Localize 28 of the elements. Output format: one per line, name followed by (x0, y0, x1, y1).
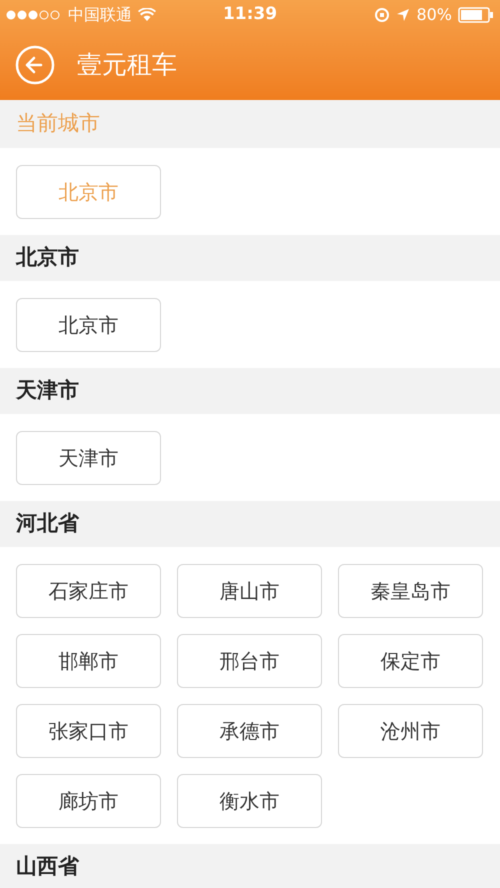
city-button[interactable]: 唐山市 (177, 564, 322, 618)
city-button[interactable]: 天津市 (16, 431, 161, 485)
battery-percent: 80% (416, 4, 452, 26)
page-title: 壹元租车 (77, 49, 177, 82)
location-arrow-icon (396, 8, 410, 22)
section-header: 山西省 (16, 853, 79, 880)
city-button[interactable]: 承德市 (177, 704, 322, 758)
city-button[interactable]: 张家口市 (16, 704, 161, 758)
section-header: 天津市 (16, 377, 79, 404)
rotation-lock-icon (374, 7, 390, 23)
section-header: 当前城市 (16, 110, 100, 138)
city-button[interactable]: 邢台市 (177, 634, 322, 688)
city-button[interactable]: 廊坊市 (16, 774, 161, 828)
back-button[interactable] (15, 45, 55, 85)
city-button[interactable]: 保定市 (338, 634, 483, 688)
city-button[interactable]: 石家庄市 (16, 564, 161, 618)
city-button[interactable]: 秦皇岛市 (338, 564, 483, 618)
wifi-icon (138, 8, 156, 22)
city-button[interactable]: 衡水市 (177, 774, 322, 828)
battery-icon (458, 7, 494, 23)
city-button[interactable]: 邯郸市 (16, 634, 161, 688)
city-button[interactable]: 沧州市 (338, 704, 483, 758)
signal-icon (6, 10, 62, 20)
section-header: 河北省 (16, 510, 79, 538)
section-header: 北京市 (16, 244, 79, 272)
city-button[interactable]: 北京市 (16, 298, 161, 352)
clock-time: 11:39 (222, 3, 278, 26)
carrier-name: 中国联通 (68, 4, 132, 26)
